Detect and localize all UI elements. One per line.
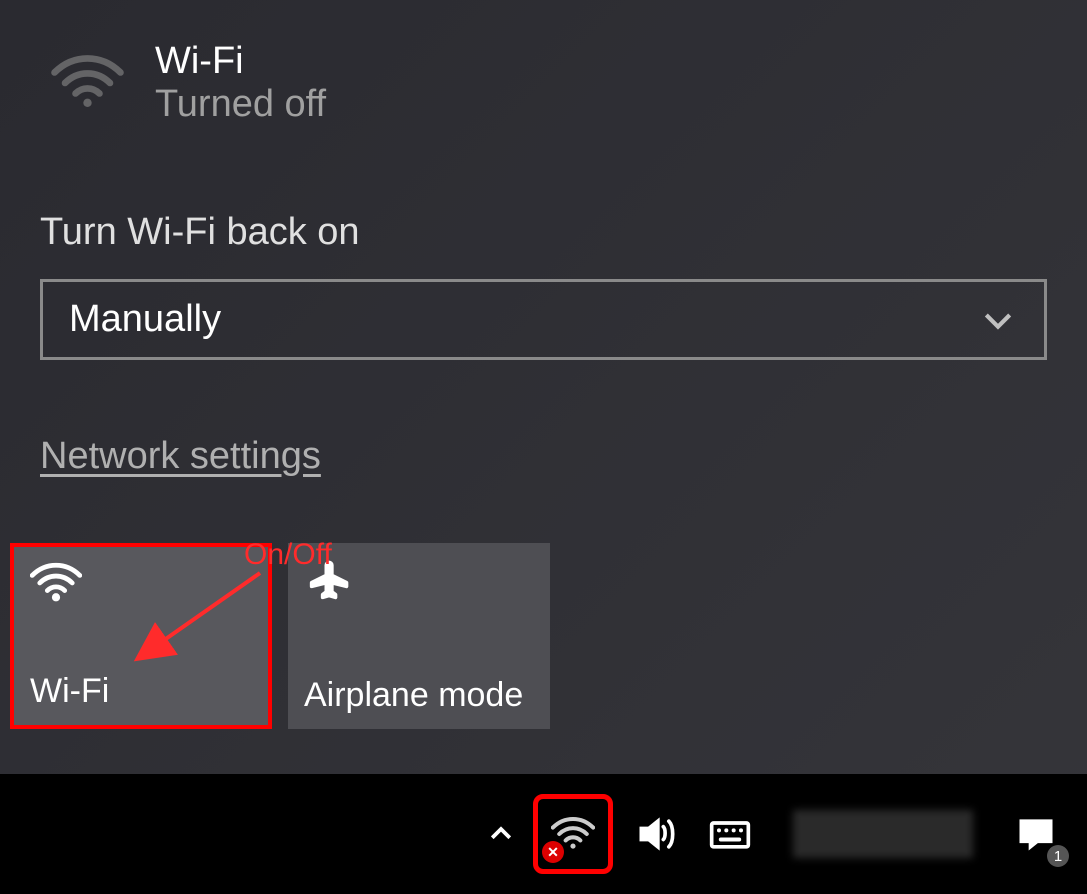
tray-overflow-button[interactable] (481, 803, 521, 865)
tray-clock-blurred (793, 810, 973, 858)
quick-action-tiles: Wi-Fi Airplane mode (10, 543, 1047, 729)
wifi-status-header: Wi-Fi Turned off (50, 40, 1047, 126)
wifi-icon (50, 53, 125, 113)
airplane-mode-tile[interactable]: Airplane mode (288, 543, 550, 729)
turn-back-dropdown[interactable]: Manually (40, 279, 1047, 360)
airplane-icon (304, 557, 356, 601)
tray-notifications-icon[interactable]: 1 (1005, 803, 1067, 865)
chevron-up-icon (486, 819, 516, 849)
wifi-status: Turned off (155, 83, 326, 126)
wifi-title: Wi-Fi (155, 40, 326, 83)
turn-back-label: Turn Wi-Fi back on (40, 211, 1047, 254)
chevron-down-icon (978, 300, 1018, 340)
notification-count-badge: 1 (1047, 845, 1069, 867)
dropdown-value: Manually (69, 298, 221, 341)
keyboard-icon (708, 812, 752, 856)
tray-network-icon[interactable] (533, 794, 613, 874)
network-settings-link[interactable]: Network settings (40, 435, 321, 478)
airplane-tile-label: Airplane mode (304, 676, 534, 715)
wifi-toggle-tile[interactable]: Wi-Fi (10, 543, 272, 729)
wifi-icon (30, 561, 82, 605)
wifi-error-badge (542, 841, 564, 863)
speaker-icon (634, 812, 678, 856)
tray-keyboard-icon[interactable] (699, 803, 761, 865)
tray-volume-icon[interactable] (625, 803, 687, 865)
wifi-tile-label: Wi-Fi (30, 672, 252, 711)
taskbar: 1 (0, 774, 1087, 894)
